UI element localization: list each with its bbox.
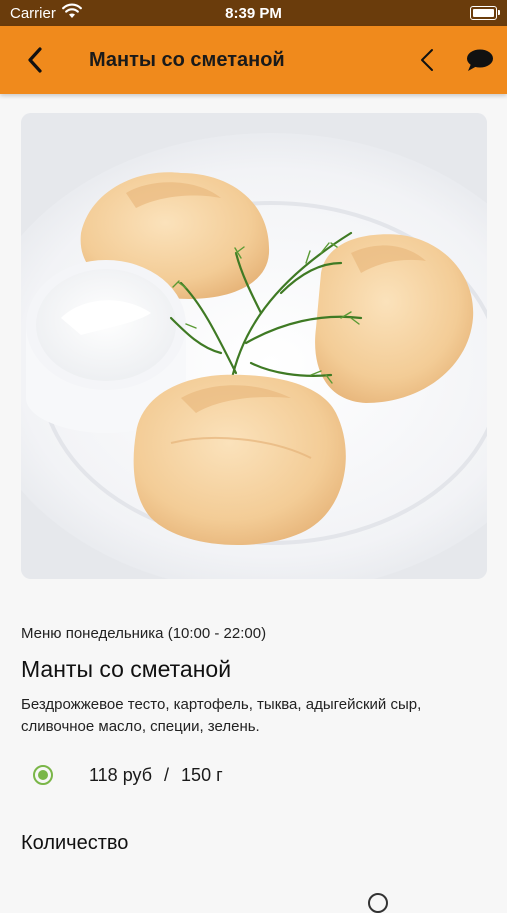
price-option-row[interactable]: 118 руб / 150 г [33, 762, 223, 788]
share-button[interactable] [410, 43, 444, 77]
radio-selected-dot [38, 770, 48, 780]
back-button[interactable] [18, 43, 52, 77]
chevron-left-icon [421, 49, 433, 71]
dish-photo [21, 113, 487, 579]
dish-description: Бездрожжевое тесто, картофель, тыква, ад… [21, 696, 422, 735]
option-price: 118 руб [89, 764, 153, 785]
status-bar: Carrier 8:39 PM [0, 0, 507, 26]
quantity-decrement-button[interactable] [368, 893, 388, 913]
battery-icon [470, 6, 500, 20]
option-weight: 150 г [181, 764, 223, 785]
speech-bubble-icon [467, 49, 493, 71]
option-separator: / [164, 764, 170, 785]
page-title: Манты со сметаной [89, 49, 285, 71]
chat-button[interactable] [463, 43, 497, 77]
dish-title: Манты со сметаной [21, 656, 232, 682]
chevron-left-icon [28, 47, 42, 73]
status-time: 8:39 PM [225, 5, 282, 22]
option-radio[interactable] [33, 765, 53, 785]
quantity-label: Количество [21, 832, 129, 854]
navigation-bar: Манты со сметаной [0, 26, 507, 94]
menu-name: Меню понедельника (10:00 - 22:00) [21, 625, 267, 642]
